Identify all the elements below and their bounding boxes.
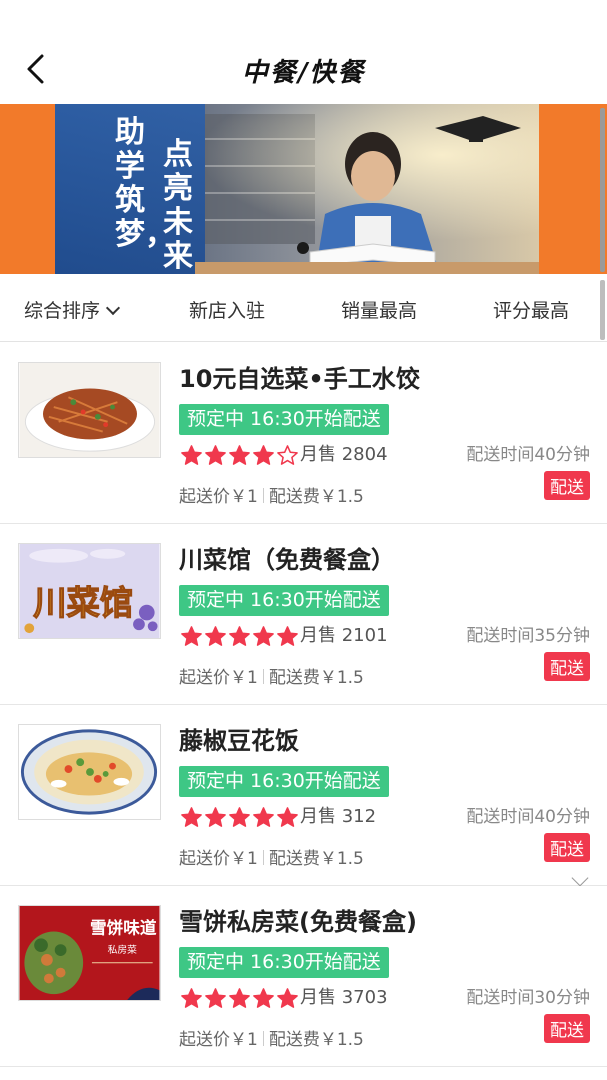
preorder-tag: 预定中 16:30开始配送 (179, 947, 389, 978)
divider (262, 1031, 264, 1046)
sort-tab-comprehensive[interactable]: 综合排序 (24, 296, 121, 323)
shop-name: 藤椒豆花饭 (179, 727, 299, 755)
preorder-tag: 预定中 16:30开始配送 (179, 404, 389, 435)
delivery-fee: 配送费￥1.5 (268, 668, 364, 688)
dish-stirfry-image (18, 362, 161, 458)
star-filled-icon (277, 625, 298, 646)
star-filled-icon (181, 625, 202, 646)
preorder-tag: 预定中 16:30开始配送 (179, 585, 389, 616)
banner-text-6: 亮 (163, 171, 193, 206)
divider (262, 669, 264, 684)
delivery-fee: 配送费￥1.5 (268, 1030, 364, 1050)
sign-subtext: 私房菜 (108, 943, 138, 956)
monthly-sales: 月售 312 (300, 806, 377, 827)
shop-name: 川菜馆（免费餐盒） (179, 546, 395, 574)
sort-bar: 综合排序 新店入驻 销量最高 评分最高 (0, 274, 607, 342)
rating-stars (180, 985, 300, 1011)
star-filled-icon (253, 444, 274, 465)
shop-name: 雪饼私房菜(免费餐盒) (179, 908, 417, 936)
chevron-down-icon (105, 300, 121, 316)
delivery-time: 配送时间40分钟 (466, 807, 590, 827)
delivery-badge: 配送 (544, 471, 590, 500)
star-filled-icon (253, 987, 274, 1008)
delivery-badge: 配送 (544, 652, 590, 681)
star-filled-icon (253, 806, 274, 827)
banner-text-1: 助 (115, 115, 145, 150)
scrollbar[interactable] (600, 108, 605, 272)
rating-stars (180, 804, 300, 830)
shop-card[interactable]: 川菜馆 川菜馆（免费餐盒） 预定中 16:30开始配送 月售 2101 配送时间… (0, 524, 607, 705)
page-title: 中餐/快餐 (241, 58, 366, 88)
star-filled-icon (181, 987, 202, 1008)
star-empty-icon (277, 444, 298, 465)
scrollbar-secondary[interactable] (600, 280, 605, 340)
banner-text-5: 点 (163, 137, 193, 172)
shop-name: 10元自选菜•手工水饺 (179, 365, 420, 393)
shop-card[interactable]: 10元自选菜•手工水饺 预定中 16:30开始配送 月售 2804 配送时间40… (0, 343, 607, 524)
rating-stars (180, 623, 300, 649)
shop-card[interactable]: 藤椒豆花饭 预定中 16:30开始配送 月售 312 配送时间40分钟 起送价￥… (0, 705, 607, 886)
delivery-time: 配送时间35分钟 (466, 626, 590, 646)
star-filled-icon (277, 806, 298, 827)
sichuan-sign-image: 川菜馆 (18, 543, 161, 639)
star-filled-icon (229, 806, 250, 827)
shop-card[interactable]: 雪饼味道 私房菜 雪饼私房菜(免费餐盒) 预定中 16:30开始配送 月售 37… (0, 886, 607, 1067)
divider (262, 488, 264, 503)
min-price: 起送价￥1 (179, 668, 258, 688)
top-bar: 中餐/快餐 (0, 0, 607, 104)
star-filled-icon (277, 987, 298, 1008)
sort-tab-new[interactable]: 新店入驻 (189, 296, 265, 323)
star-filled-icon (181, 806, 202, 827)
monthly-sales: 月售 3703 (300, 987, 388, 1008)
rating-stars (180, 442, 300, 468)
banner-text-7: 未 (163, 205, 193, 240)
fee-info: 起送价￥1 配送费￥1.5 (179, 1025, 364, 1050)
star-filled-icon (229, 625, 250, 646)
sort-tab-label: 综合排序 (24, 300, 101, 322)
min-price: 起送价￥1 (179, 1030, 258, 1050)
star-filled-icon (253, 625, 274, 646)
sign-text: 雪饼味道 (90, 917, 157, 937)
delivery-badge: 配送 (544, 1014, 590, 1043)
monthly-sales: 月售 2101 (300, 625, 388, 646)
sort-tab-rating[interactable]: 评分最高 (493, 296, 569, 323)
delivery-fee: 配送费￥1.5 (268, 487, 364, 507)
banner-text-8: 来 (163, 239, 193, 274)
carousel-indicator[interactable] (297, 242, 309, 254)
sort-tab-sales[interactable]: 销量最高 (341, 296, 417, 323)
star-filled-icon (181, 444, 202, 465)
fee-info: 起送价￥1 配送费￥1.5 (179, 844, 364, 869)
star-filled-icon (205, 806, 226, 827)
fee-info: 起送价￥1 配送费￥1.5 (179, 663, 364, 688)
star-filled-icon (205, 444, 226, 465)
monthly-sales: 月售 2804 (300, 444, 388, 465)
delivery-fee: 配送费￥1.5 (268, 849, 364, 869)
sign-text: 川菜馆 (33, 584, 133, 623)
divider (262, 850, 264, 865)
fee-info: 起送价￥1 配送费￥1.5 (179, 482, 364, 507)
banner-text-2: 学 (115, 149, 145, 184)
min-price: 起送价￥1 (179, 487, 258, 507)
star-filled-icon (229, 444, 250, 465)
delivery-badge: 配送 (544, 833, 590, 862)
xuebing-sign-image: 雪饼味道 私房菜 (18, 905, 161, 1001)
star-filled-icon (229, 987, 250, 1008)
star-filled-icon (205, 987, 226, 1008)
min-price: 起送价￥1 (179, 849, 258, 869)
tofu-dish-image (18, 724, 161, 820)
star-filled-icon (205, 625, 226, 646)
delivery-time: 配送时间40分钟 (466, 445, 590, 465)
preorder-tag: 预定中 16:30开始配送 (179, 766, 389, 797)
delivery-time: 配送时间30分钟 (466, 988, 590, 1008)
banner-text-3: 筑 (115, 183, 145, 218)
